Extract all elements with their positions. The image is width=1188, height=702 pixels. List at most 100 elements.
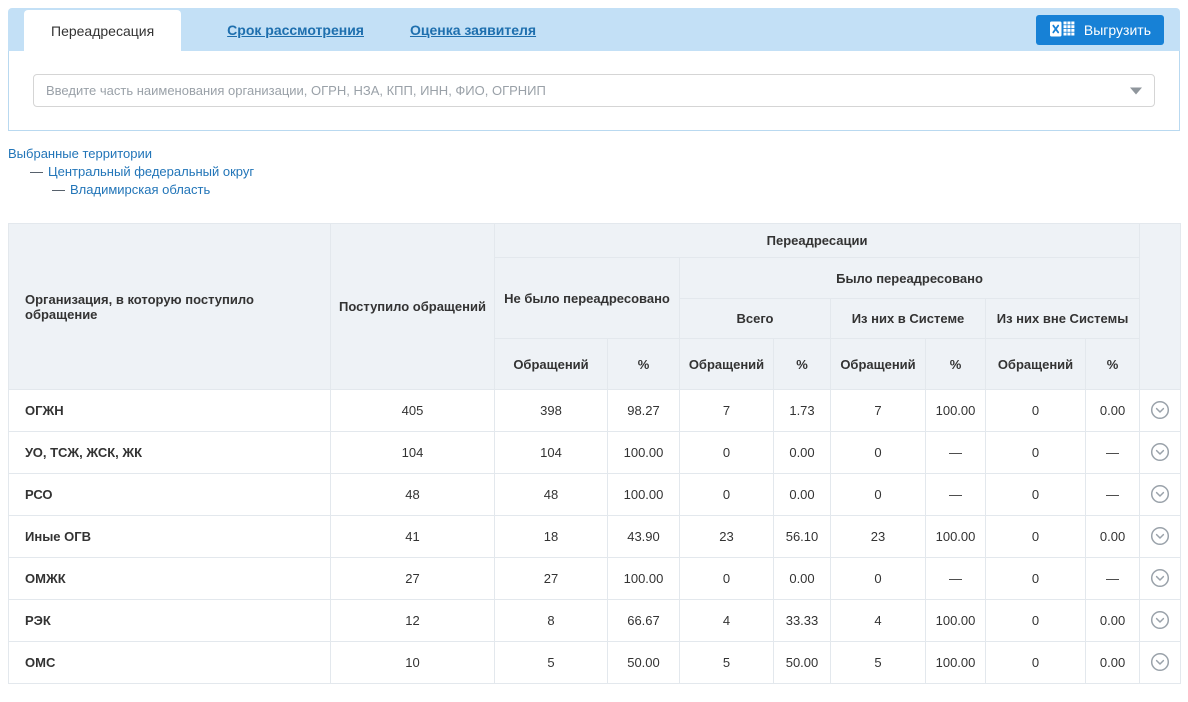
redirected-total-count-cell: 23 — [680, 516, 774, 558]
table-row: ОМС 10 5 50.00 5 50.00 5 100.00 0 0.00 — [9, 642, 1181, 684]
col-header-appeals: Обращений — [680, 339, 774, 390]
org-name-cell: РЭК — [9, 600, 331, 642]
redirected-total-percent-cell: 0.00 — [774, 432, 831, 474]
col-header-percent: % — [774, 339, 831, 390]
row-actions-cell — [1140, 642, 1181, 684]
row-actions-cell — [1140, 432, 1181, 474]
org-name-cell: Иные ОГВ — [9, 516, 331, 558]
chevron-circle-down-icon — [1150, 660, 1170, 675]
not-redirected-count-cell: 5 — [495, 642, 608, 684]
row-actions-cell — [1140, 390, 1181, 432]
out-system-percent-cell: — — [1086, 558, 1140, 600]
territory-link-region[interactable]: Владимирская область — [70, 182, 210, 197]
in-system-count-cell: 0 — [831, 474, 926, 516]
in-system-percent-cell: 100.00 — [926, 642, 986, 684]
out-system-percent-cell: 0.00 — [1086, 516, 1140, 558]
redirections-table: Организация, в которую поступило обращен… — [8, 223, 1181, 684]
col-header-in-system: Из них в Системе — [831, 299, 986, 339]
table-row: ОМЖК 27 27 100.00 0 0.00 0 — 0 — — [9, 558, 1181, 600]
row-actions-cell — [1140, 516, 1181, 558]
chevron-circle-down-icon — [1150, 576, 1170, 591]
not-redirected-percent-cell: 98.27 — [608, 390, 680, 432]
expand-row-button[interactable] — [1148, 482, 1172, 506]
col-header-appeals: Обращений — [495, 339, 608, 390]
chevron-circle-down-icon — [1150, 450, 1170, 465]
in-system-count-cell: 5 — [831, 642, 926, 684]
tab-review-period[interactable]: Срок рассмотрения — [227, 22, 364, 38]
redirected-total-percent-cell: 33.33 — [774, 600, 831, 642]
redirected-total-count-cell: 7 — [680, 390, 774, 432]
col-header-redirections: Переадресации — [495, 224, 1140, 258]
org-name-cell: ОМЖК — [9, 558, 331, 600]
in-system-percent-cell: 100.00 — [926, 390, 986, 432]
col-header-percent: % — [1086, 339, 1140, 390]
tab-redirection[interactable]: Переадресация — [24, 10, 181, 51]
out-system-percent-cell: 0.00 — [1086, 642, 1140, 684]
col-header-percent: % — [608, 339, 680, 390]
org-name-cell: УО, ТСЖ, ЖСК, ЖК — [9, 432, 331, 474]
expand-row-button[interactable] — [1148, 524, 1172, 548]
col-header-redirected: Было переадресовано — [680, 258, 1140, 299]
not-redirected-percent-cell: 100.00 — [608, 432, 680, 474]
expand-row-button[interactable] — [1148, 398, 1172, 422]
redirected-total-percent-cell: 1.73 — [774, 390, 831, 432]
out-system-percent-cell: — — [1086, 474, 1140, 516]
selected-territories-link[interactable]: Выбранные территории — [8, 146, 152, 161]
out-system-count-cell: 0 — [986, 558, 1086, 600]
not-redirected-percent-cell: 100.00 — [608, 474, 680, 516]
in-system-percent-cell: 100.00 — [926, 516, 986, 558]
table-row: Иные ОГВ 41 18 43.90 23 56.10 23 100.00 … — [9, 516, 1181, 558]
export-button-label: Выгрузить — [1084, 22, 1151, 38]
out-system-count-cell: 0 — [986, 474, 1086, 516]
in-system-percent-cell: — — [926, 558, 986, 600]
not-redirected-count-cell: 27 — [495, 558, 608, 600]
territory-dash: — — [30, 164, 43, 179]
redirected-total-count-cell: 0 — [680, 558, 774, 600]
not-redirected-percent-cell: 50.00 — [608, 642, 680, 684]
redirected-total-percent-cell: 0.00 — [774, 474, 831, 516]
organization-search-input[interactable] — [33, 74, 1155, 107]
not-redirected-count-cell: 104 — [495, 432, 608, 474]
expand-row-button[interactable] — [1148, 440, 1172, 464]
territory-dash: — — [52, 182, 65, 197]
col-header-appeals: Обращений — [986, 339, 1086, 390]
received-count-cell: 405 — [331, 390, 495, 432]
out-system-count-cell: 0 — [986, 390, 1086, 432]
chevron-circle-down-icon — [1150, 492, 1170, 507]
col-header-appeals: Обращений — [831, 339, 926, 390]
excel-icon — [1049, 19, 1075, 42]
col-header-organization: Организация, в которую поступило обращен… — [9, 224, 331, 390]
export-button[interactable]: Выгрузить — [1036, 15, 1164, 45]
not-redirected-percent-cell: 43.90 — [608, 516, 680, 558]
row-actions-cell — [1140, 600, 1181, 642]
selected-territories: Выбранные территории — Центральный федера… — [8, 145, 1180, 199]
row-actions-cell — [1140, 474, 1181, 516]
tab-applicant-rating[interactable]: Оценка заявителя — [410, 22, 536, 38]
org-name-cell: РСО — [9, 474, 331, 516]
table-row: УО, ТСЖ, ЖСК, ЖК 104 104 100.00 0 0.00 0… — [9, 432, 1181, 474]
org-name-cell: ОМС — [9, 642, 331, 684]
col-header-out-system: Из них вне Системы — [986, 299, 1140, 339]
in-system-count-cell: 23 — [831, 516, 926, 558]
not-redirected-percent-cell: 100.00 — [608, 558, 680, 600]
in-system-count-cell: 0 — [831, 432, 926, 474]
not-redirected-count-cell: 18 — [495, 516, 608, 558]
redirected-total-percent-cell: 56.10 — [774, 516, 831, 558]
not-redirected-count-cell: 8 — [495, 600, 608, 642]
in-system-percent-cell: — — [926, 432, 986, 474]
redirected-total-count-cell: 0 — [680, 432, 774, 474]
out-system-count-cell: 0 — [986, 642, 1086, 684]
not-redirected-percent-cell: 66.67 — [608, 600, 680, 642]
territory-link-federal-district[interactable]: Центральный федеральный округ — [48, 164, 254, 179]
received-count-cell: 104 — [331, 432, 495, 474]
out-system-count-cell: 0 — [986, 516, 1086, 558]
expand-row-button[interactable] — [1148, 566, 1172, 590]
report-page: Переадресация Срок рассмотрения Оценка з… — [0, 0, 1188, 692]
row-actions-cell — [1140, 558, 1181, 600]
dropdown-caret-icon[interactable] — [1130, 87, 1142, 94]
expand-row-button[interactable] — [1148, 650, 1172, 674]
col-header-total: Всего — [680, 299, 831, 339]
expand-row-button[interactable] — [1148, 608, 1172, 632]
search-panel — [8, 51, 1180, 131]
table-body: ОГЖН 405 398 98.27 7 1.73 7 100.00 0 0.0… — [9, 390, 1181, 684]
